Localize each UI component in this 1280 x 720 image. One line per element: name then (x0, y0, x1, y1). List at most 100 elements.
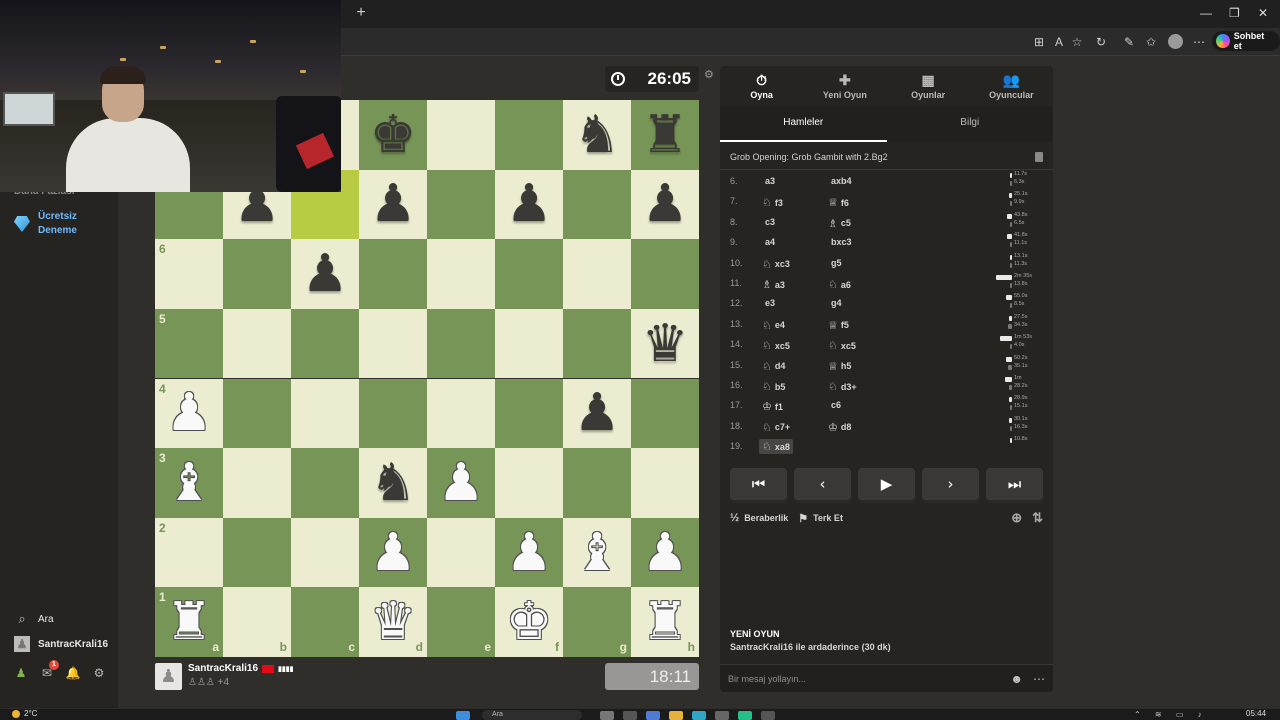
chat-input[interactable]: Bir mesaj yollayın... (728, 674, 806, 684)
white-move[interactable]: a4 (762, 237, 775, 247)
player-name[interactable]: SantracKrali16 (188, 663, 258, 674)
app-icon[interactable] (646, 711, 660, 720)
square-a5[interactable]: 5 (155, 308, 223, 379)
chat-input-bar[interactable]: Bir mesaj yollayın... ☻ ⋯ (720, 664, 1053, 692)
white-move[interactable]: ♘ f3 (762, 196, 783, 209)
white-rook-icon[interactable]: ♜ (631, 587, 699, 657)
white-move[interactable]: a3 (762, 176, 775, 186)
black-pawn-icon[interactable]: ♟ (631, 170, 699, 240)
opening-name[interactable]: Grob Opening: Grob Gambit with 2.Bg2 (730, 152, 888, 162)
profile-avatar[interactable] (1168, 34, 1183, 49)
tab-moves[interactable]: Hamleler (720, 106, 887, 142)
square-a2[interactable]: 2 (155, 517, 223, 588)
white-bishop-icon[interactable]: ♝ (155, 448, 223, 518)
square-f4[interactable] (495, 378, 563, 449)
file-explorer-icon[interactable] (600, 711, 614, 720)
maximize-icon[interactable]: ❐ (1229, 6, 1240, 20)
square-b1[interactable]: b (223, 587, 291, 657)
square-h7[interactable]: ♟ (631, 169, 699, 240)
copilot-button[interactable]: Sohbet et (1212, 31, 1280, 51)
bell-icon[interactable]: 🔔 (66, 666, 81, 680)
square-g7[interactable] (563, 169, 631, 240)
square-h4[interactable] (631, 378, 699, 449)
square-f3[interactable] (495, 448, 563, 518)
next-move-button[interactable]: › (922, 468, 979, 500)
weather-widget[interactable]: 2°C (12, 709, 37, 718)
sidebar-profile[interactable]: ♟ SantracKrali16 (14, 636, 108, 652)
edge-icon[interactable] (692, 711, 706, 720)
book-icon[interactable] (1035, 151, 1043, 162)
square-d3[interactable]: ♞ (359, 448, 427, 518)
favorite-star-icon[interactable]: ☆ (1070, 35, 1084, 49)
white-move[interactable]: ♘ c7+ (762, 421, 790, 434)
black-move[interactable]: ♕ f6 (828, 196, 849, 209)
square-b6[interactable] (223, 239, 291, 309)
square-g8[interactable]: ♞ (563, 100, 631, 170)
white-bishop-icon[interactable]: ♝ (563, 518, 631, 588)
square-a1[interactable]: 1 a ♜ (155, 587, 223, 657)
folder-icon[interactable] (669, 711, 683, 720)
square-d6[interactable] (359, 239, 427, 309)
black-move[interactable]: ♘ a6 (828, 278, 851, 291)
square-d2[interactable]: ♟ (359, 517, 427, 588)
square-b2[interactable] (223, 517, 291, 588)
black-move[interactable]: ♕ h5 (828, 360, 851, 373)
settings-gear-icon[interactable]: ⚙ (92, 666, 106, 680)
square-b3[interactable] (223, 448, 291, 518)
close-window-icon[interactable]: ✕ (1258, 6, 1268, 20)
square-g3[interactable] (563, 448, 631, 518)
white-pawn-icon[interactable]: ♟ (155, 379, 223, 449)
white-move[interactable]: ♔ f1 (762, 400, 783, 413)
white-rook-icon[interactable]: ♜ (155, 587, 223, 657)
white-move[interactable]: ♗ a3 (762, 278, 785, 291)
square-f7[interactable]: ♟ (495, 169, 563, 240)
black-move[interactable]: g5 (828, 258, 842, 268)
play-button[interactable]: ▶ (858, 468, 915, 500)
square-e1[interactable]: e (427, 587, 495, 657)
new-tab-icon[interactable]: + (352, 4, 370, 22)
black-move[interactable]: g4 (828, 298, 842, 308)
first-move-button[interactable]: ⏮ (730, 468, 787, 500)
square-e3[interactable]: ♟ (427, 448, 495, 518)
square-e6[interactable] (427, 239, 495, 309)
store-icon[interactable] (715, 711, 729, 720)
square-e8[interactable] (427, 100, 495, 170)
obs-icon[interactable] (761, 711, 775, 720)
square-g4[interactable]: ♟ (563, 378, 631, 449)
white-pawn-icon[interactable]: ♟ (495, 518, 563, 588)
square-f5[interactable] (495, 308, 563, 379)
black-move[interactable]: ♘ xc5 (828, 339, 856, 352)
black-move[interactable]: axb4 (828, 176, 852, 186)
last-move-button[interactable]: ⏭ (986, 468, 1043, 500)
whatsapp-icon[interactable] (738, 711, 752, 720)
square-c1[interactable]: c (291, 587, 359, 657)
square-f8[interactable] (495, 100, 563, 170)
square-a6[interactable]: 6 (155, 239, 223, 309)
tab-new-game[interactable]: ✚ Yeni Oyun (803, 66, 886, 106)
player-avatar[interactable]: ♟ (155, 663, 182, 690)
square-b5[interactable] (223, 308, 291, 379)
square-h5[interactable]: ♛ (631, 308, 699, 379)
more-menu-icon[interactable]: ⋯ (1192, 35, 1206, 49)
square-c2[interactable] (291, 517, 359, 588)
system-tray[interactable]: ⌃ ≋ ▭ ♪ (1134, 710, 1208, 719)
square-f6[interactable] (495, 239, 563, 309)
sidebar-item-free-trial[interactable]: Ücretsiz Deneme (14, 210, 98, 238)
black-pawn-icon[interactable]: ♟ (359, 170, 427, 240)
refresh-icon[interactable]: ↻ (1094, 35, 1108, 49)
black-king-icon[interactable]: ♚ (359, 100, 427, 170)
black-pawn-icon[interactable]: ♟ (563, 379, 631, 449)
black-move[interactable]: ♘ d3+ (828, 380, 857, 393)
square-d5[interactable] (359, 308, 427, 379)
chat-more-icon[interactable]: ⋯ (1033, 672, 1045, 686)
start-icon[interactable] (456, 711, 470, 720)
square-e7[interactable] (427, 169, 495, 240)
square-h2[interactable]: ♟ (631, 517, 699, 588)
sidebar-search[interactable]: ⌕ Ara (14, 611, 53, 627)
favorites-icon[interactable]: ✩ (1144, 35, 1158, 49)
white-pawn-icon[interactable]: ♟ (359, 518, 427, 588)
square-d1[interactable]: d ♛ (359, 587, 427, 657)
white-move[interactable]: ♘ xc5 (762, 339, 790, 352)
black-rook-icon[interactable]: ♜ (631, 100, 699, 170)
white-move[interactable]: ♘ b5 (762, 380, 785, 393)
